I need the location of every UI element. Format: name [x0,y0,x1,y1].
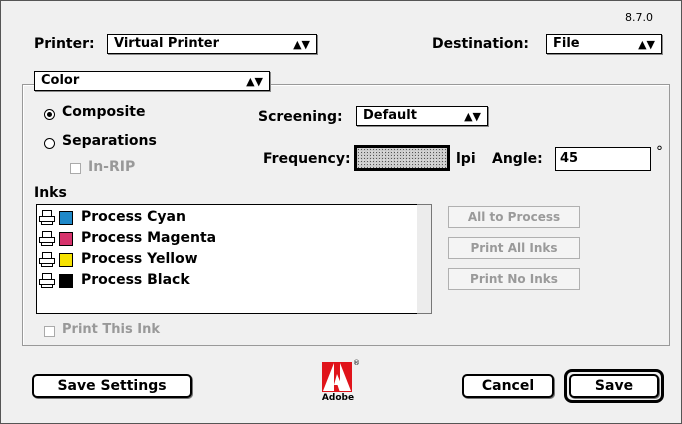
save-button[interactable]: Save [569,374,659,398]
adobe-logo: ® Adobe [318,359,360,404]
print-this-ink-checkbox[interactable] [44,326,55,337]
print-no-inks-button[interactable]: Print No Inks [448,268,580,290]
composite-label: Composite [62,104,146,120]
all-to-process-button[interactable]: All to Process [448,206,580,228]
angle-input[interactable]: 45 [555,147,651,171]
printer-icon [39,210,55,225]
version-label: 8.7.0 [625,11,653,24]
ink-color-swatch [59,274,73,288]
inks-list[interactable]: Process Cyan Process Magenta Process Yel… [36,204,418,314]
registered-mark: ® [353,359,360,367]
destination-popup[interactable]: File ▲▼ [546,34,662,54]
inrip-label: In-RIP [88,159,136,175]
inks-list-scrollbar[interactable] [417,204,432,314]
angle-label: Angle: [492,151,543,167]
screening-value: Default [363,108,417,123]
ink-color-swatch [59,232,73,246]
composite-radio[interactable] [44,109,55,120]
print-all-inks-button[interactable]: Print All Inks [448,237,580,259]
save-settings-button[interactable]: Save Settings [32,374,192,398]
list-item[interactable]: Process Black [37,270,415,291]
destination-label: Destination: [432,36,530,52]
adobe-logo-text: Adobe [321,393,355,403]
inks-label: Inks [34,185,67,201]
printer-popup[interactable]: Virtual Printer ▲▼ [107,34,317,54]
panel-value: Color [41,73,80,88]
ink-color-swatch [59,253,73,267]
ink-name: Process Black [81,272,190,288]
cancel-button[interactable]: Cancel [462,374,554,398]
frequency-field[interactable] [354,145,450,171]
adobe-logo-icon [322,362,352,392]
screening-popup[interactable]: Default ▲▼ [356,106,488,126]
popup-arrows-icon: ▲▼ [293,38,310,51]
panel-popup[interactable]: Color ▲▼ [34,71,270,91]
list-item[interactable]: Process Cyan [37,207,415,228]
list-item[interactable]: Process Magenta [37,228,415,249]
print-this-ink-label: Print This Ink [62,322,160,337]
destination-value: File [553,36,580,51]
screening-label: Screening: [258,109,343,125]
popup-arrows-icon: ▲▼ [638,38,655,51]
list-item[interactable]: Process Yellow [37,249,415,270]
inrip-checkbox[interactable] [70,163,81,174]
frequency-label: Frequency: [263,151,351,167]
popup-arrows-icon: ▲▼ [464,110,481,123]
angle-unit: ° [656,144,663,160]
printer-label: Printer: [34,36,95,52]
ink-color-swatch [59,211,73,225]
separations-radio[interactable] [44,138,55,149]
frequency-unit: lpi [456,151,476,167]
ink-name: Process Yellow [81,251,198,267]
ink-name: Process Magenta [81,230,217,246]
printer-value: Virtual Printer [114,36,220,51]
printer-icon [39,231,55,246]
printer-icon [39,252,55,267]
separations-label: Separations [62,133,157,149]
printer-icon [39,273,55,288]
popup-arrows-icon: ▲▼ [246,75,263,88]
ink-name: Process Cyan [81,209,186,225]
